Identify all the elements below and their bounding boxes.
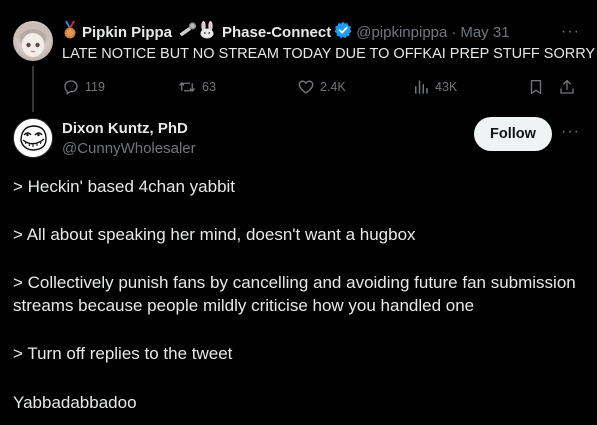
follow-button[interactable]: Follow [474,117,552,151]
retweet-count: 63 [202,80,216,94]
parent-display-name[interactable]: Pipkin Pippa [82,24,172,41]
like-icon [298,80,314,94]
retweet-icon [178,82,196,92]
verified-badge-icon [334,21,352,43]
share-action[interactable] [558,76,581,98]
thread-connector-line [32,66,34,112]
reply-text-line-5: > Turn off replies to the tweet [13,344,233,363]
microphone-icon [177,21,197,43]
reply-text-line-6: Yabbadabbadoo [13,393,137,412]
bookmark-action[interactable] [527,76,550,98]
avatar-illustration [16,23,50,57]
reply-text-line-4: streams because people mildly criticise … [13,296,475,315]
trollface-avatar-icon [14,119,52,157]
parent-handle[interactable]: @pipkinpippa [356,24,447,41]
like-count: 2.4K [320,80,346,94]
tweet-date[interactable]: May 31 [460,24,509,41]
reply-more-icon[interactable]: ··· [561,123,580,141]
retweet-action[interactable]: 63 [177,76,216,98]
parent-more-icon[interactable]: ··· [561,23,580,41]
parent-actions-bar: 119 63 2.4K 43K [62,76,587,98]
reply-text-line-2: > All about speaking her mind, doesn't w… [13,225,416,244]
reply-text-line-3: > Collectively punish fans by cancelling… [13,273,576,292]
reply-text-line-1: > Heckin' based 4chan yabbit [13,177,236,196]
parent-tweet-header: Pipkin Pippa Phase-Connect @pipkinpippa … [62,21,510,43]
reply-action[interactable]: 119 [62,76,105,98]
views-icon [415,80,428,94]
rabbit-icon [197,21,217,43]
bookmark-icon [530,79,542,95]
reply-icon [64,80,78,95]
reply-handle[interactable]: @CunnyWholesaler [62,140,196,157]
reply-display-name[interactable]: Dixon Kuntz, PhD [62,120,188,137]
bronze-medal-icon [62,21,78,43]
collab-display-name[interactable]: Phase-Connect [222,24,331,41]
like-action[interactable]: 2.4K [297,76,346,98]
separator-dot: · [451,23,457,41]
avatar-pipkinpippa[interactable] [13,21,53,61]
share-icon [560,79,574,94]
avatar-cunnywholesaler[interactable] [13,118,53,158]
views-count: 43K [435,80,458,94]
views-action[interactable]: 43K [412,76,457,98]
parent-tweet-text: LATE NOTICE BUT NO STREAM TODAY DUE TO O… [62,46,597,62]
reply-count: 119 [85,80,105,94]
